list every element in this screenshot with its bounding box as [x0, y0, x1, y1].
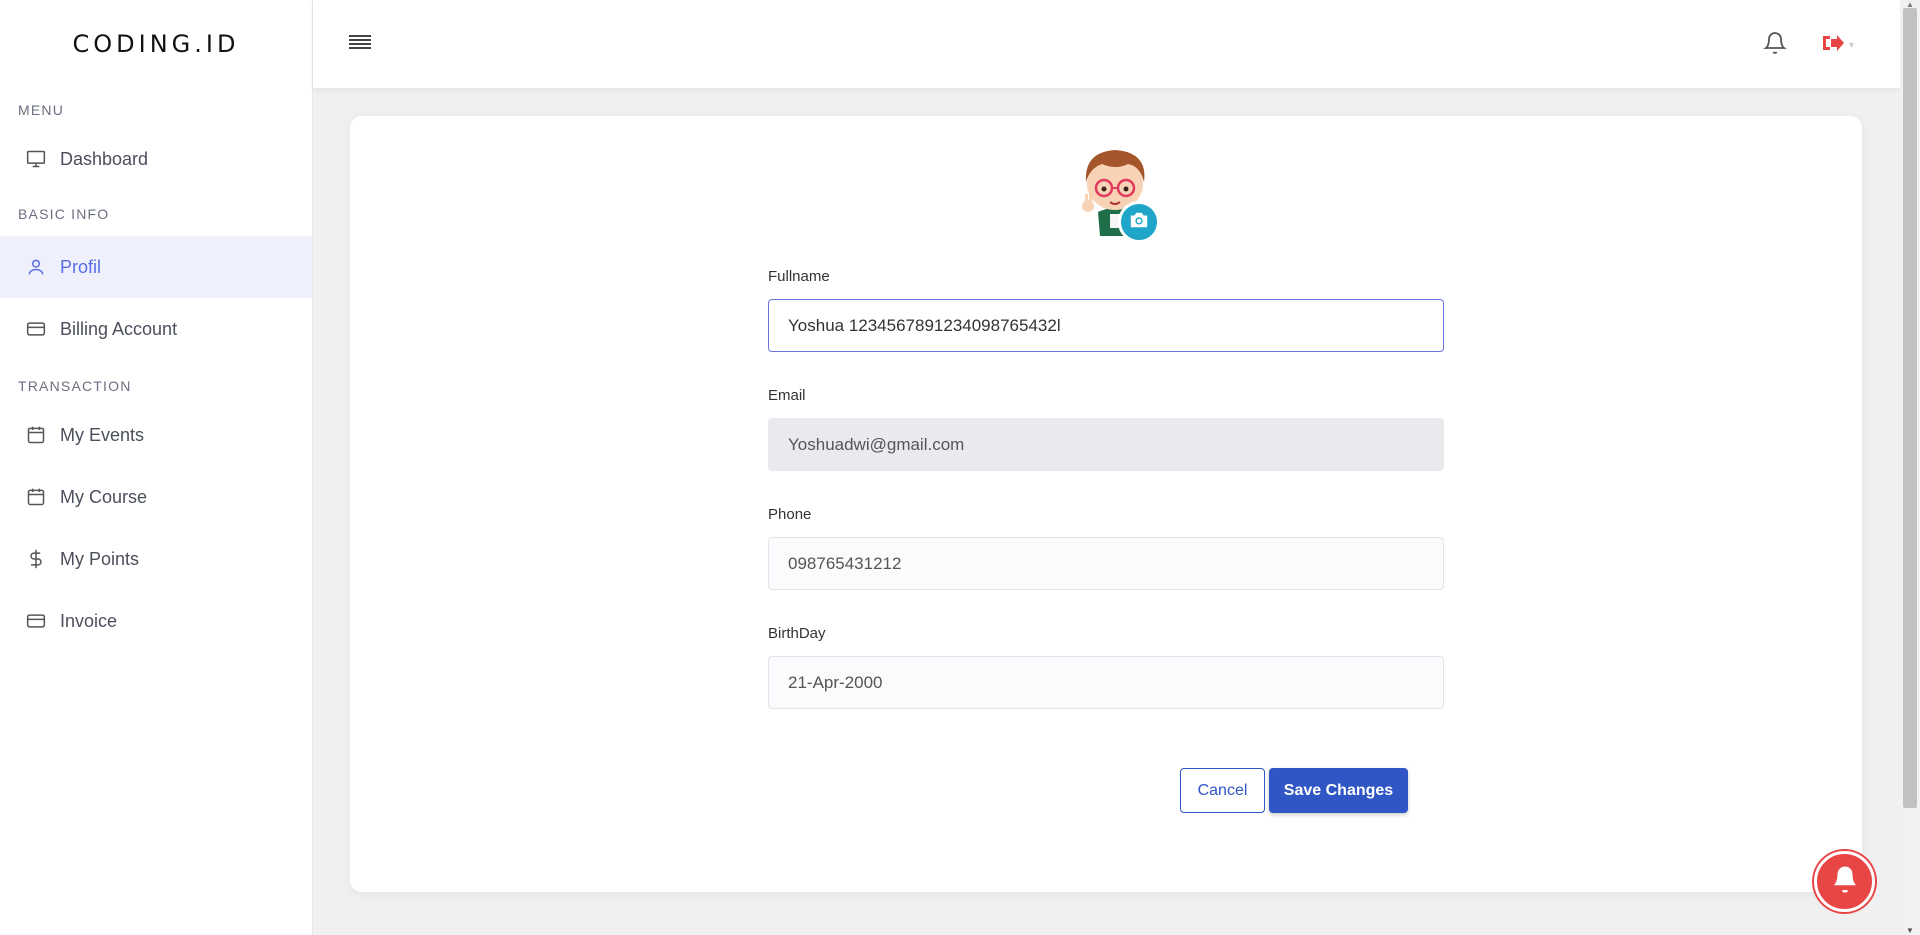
birthday-label: BirthDay	[768, 625, 826, 642]
calendar-icon	[26, 425, 46, 445]
dollar-icon	[26, 549, 46, 569]
phone-group: Phone	[768, 506, 1444, 590]
scroll-down-icon[interactable]: ▼	[1906, 926, 1914, 935]
camera-icon	[1128, 210, 1150, 235]
email-field	[768, 418, 1444, 471]
menu-heading-basic-info: BASIC INFO	[18, 206, 110, 222]
sidebar-item-invoice[interactable]: Invoice	[0, 590, 312, 652]
menu-heading-transaction: TRANSACTION	[18, 378, 132, 394]
email-group: Email	[768, 387, 1444, 471]
sidebar-item-label: My Events	[60, 424, 145, 445]
sidebar-item-label: Billing Account	[60, 318, 178, 339]
sidebar-item-my-course[interactable]: My Course	[0, 466, 312, 528]
monitor-icon	[26, 149, 46, 169]
user-icon	[26, 257, 46, 277]
birthday-input[interactable]	[768, 656, 1444, 709]
sidebar-item-profil[interactable]: Profil	[0, 236, 312, 298]
bell-icon[interactable]	[1763, 30, 1787, 61]
sidebar-item-billing-account[interactable]: Billing Account	[0, 298, 312, 360]
credit-card-icon	[26, 319, 46, 339]
phone-label: Phone	[768, 506, 812, 523]
hamburger-icon[interactable]	[349, 34, 371, 52]
birthday-group: BirthDay	[768, 625, 1444, 709]
sidebar-item-label: Dashboard	[60, 148, 149, 169]
scrollbar-thumb[interactable]	[1903, 8, 1917, 808]
fullname-group: Fullname	[768, 268, 1444, 352]
change-photo-button[interactable]	[1118, 201, 1160, 243]
vertical-scrollbar[interactable]: ▲ ▼	[1900, 0, 1920, 935]
topbar: ▾	[313, 0, 1900, 88]
credit-card-icon	[26, 611, 46, 631]
chevron-down-icon[interactable]: ▾	[1849, 40, 1854, 51]
sidebar-item-label: Profil	[60, 256, 102, 277]
logout-icon[interactable]	[1821, 32, 1845, 59]
sidebar-item-my-points[interactable]: My Points	[0, 528, 312, 590]
sidebar-item-label: Invoice	[60, 610, 118, 631]
email-label: Email	[768, 387, 806, 404]
phone-input[interactable]	[768, 537, 1444, 590]
sidebar-item-my-events[interactable]: My Events	[0, 404, 312, 466]
logout-menu[interactable]: ▾	[1821, 32, 1854, 59]
menu-heading-menu: MENU	[18, 102, 65, 118]
save-changes-button[interactable]: Save Changes	[1269, 768, 1408, 813]
sidebar: CODING.ID MENU Dashboard BASIC INFO Prof…	[0, 0, 313, 935]
bell-icon	[1830, 863, 1860, 900]
profile-card: Fullname Email Phone BirthDay Cancel Sav…	[350, 116, 1862, 892]
brand-logo[interactable]: CODING.ID	[0, 0, 312, 88]
sidebar-item-dashboard[interactable]: Dashboard	[0, 128, 312, 190]
cancel-button[interactable]: Cancel	[1180, 768, 1265, 813]
fullname-input[interactable]	[768, 299, 1444, 352]
floating-notification-button[interactable]	[1814, 851, 1875, 912]
sidebar-item-label: My Points	[60, 548, 140, 569]
fullname-label: Fullname	[768, 268, 830, 285]
calendar-icon	[26, 487, 46, 507]
sidebar-item-label: My Course	[60, 486, 148, 507]
